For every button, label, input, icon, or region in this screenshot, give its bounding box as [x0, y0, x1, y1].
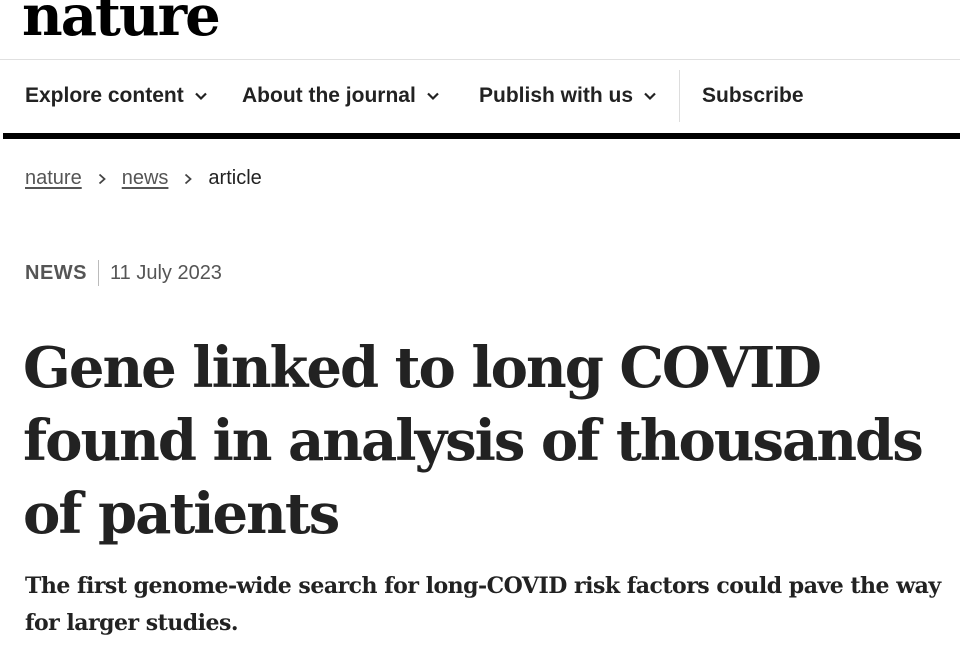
breadcrumb-link-news[interactable]: news	[122, 167, 169, 190]
nav-publish-with-us[interactable]: Publish with us	[479, 84, 657, 108]
nav-about-the-journal-label: About the journal	[242, 84, 416, 107]
nav-divider	[679, 70, 680, 122]
breadcrumb: nature news article	[25, 167, 262, 190]
article-standfirst: The first genome-wide search for long-CO…	[25, 573, 941, 636]
article-type: NEWS	[25, 261, 87, 284]
chevron-down-icon	[194, 92, 207, 101]
article-date: 11 July 2023	[110, 261, 222, 284]
chevron-down-icon	[644, 92, 656, 101]
breadcrumb-current: article	[208, 167, 262, 189]
nav-publish-with-us-label: Publish with us	[479, 84, 634, 107]
chevron-right-icon	[98, 173, 106, 184]
chevron-down-icon	[427, 92, 439, 101]
nature-logo[interactable]: nature	[22, 0, 221, 49]
masthead: nature	[22, 0, 221, 49]
nav-explore-content[interactable]: Explore content	[25, 84, 208, 108]
page: nature Explore content About the journal…	[0, 0, 960, 652]
subscribe-label: Subscribe	[702, 84, 804, 107]
meta-divider	[98, 260, 99, 286]
breadcrumb-link-nature[interactable]: nature	[25, 167, 82, 190]
nav-explore-content-label: Explore content	[25, 84, 184, 107]
subscribe-link[interactable]: Subscribe	[702, 84, 804, 108]
nav-about-the-journal[interactable]: About the journal	[242, 84, 440, 108]
article-title: Gene linked to long COVID found in analy…	[23, 335, 924, 547]
nav-bottom-rule	[3, 133, 960, 139]
chevron-right-icon	[185, 173, 193, 184]
main-nav: Explore content About the journal Publis…	[0, 60, 960, 132]
article-meta: NEWS 11 July 2023	[25, 260, 222, 286]
